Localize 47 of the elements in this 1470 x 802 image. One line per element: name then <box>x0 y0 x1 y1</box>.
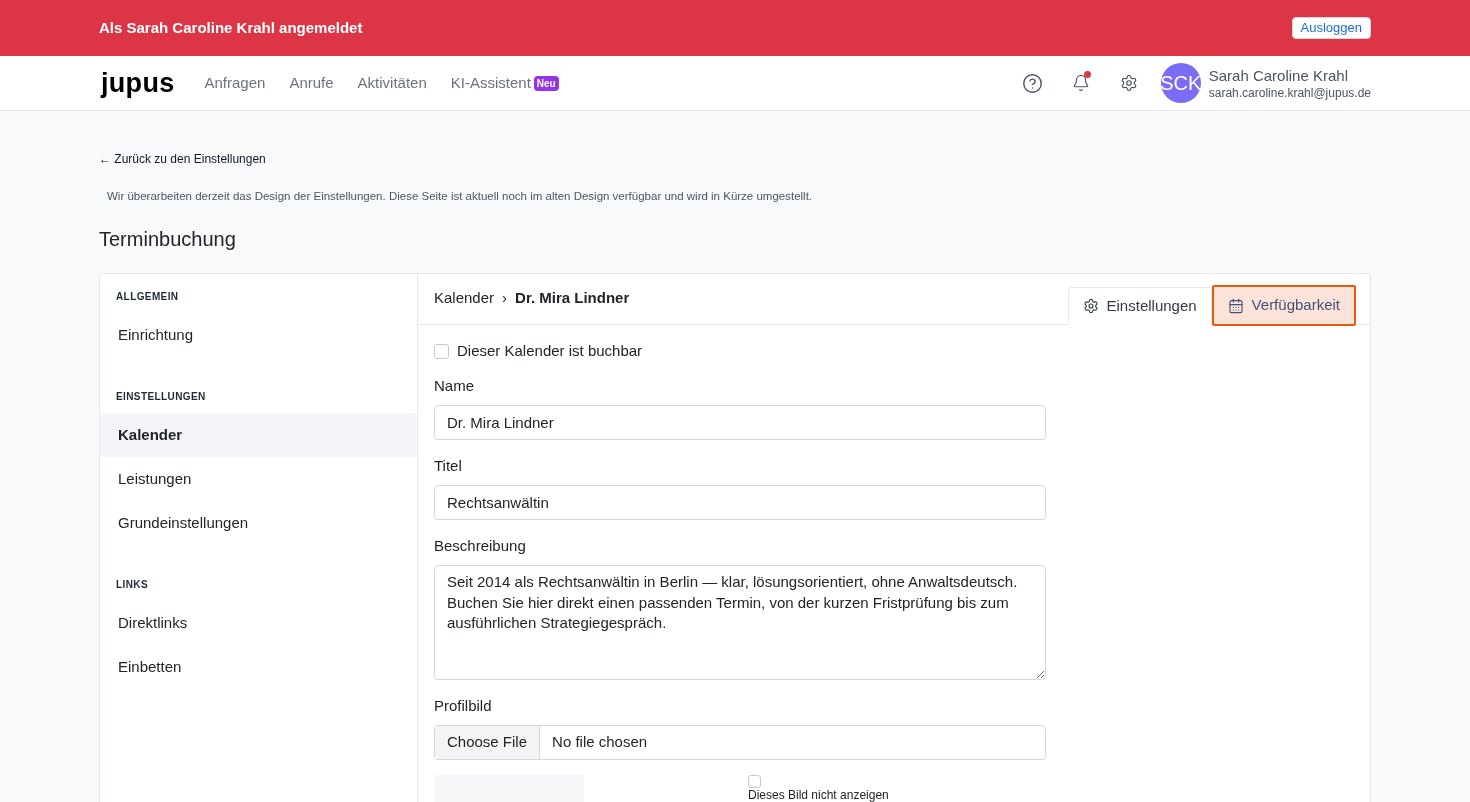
field-label: Beschreibung <box>434 536 527 556</box>
user-name: Sarah Caroline Krahl <box>1208 65 1349 85</box>
description-textarea[interactable]: Seit 2014 als Rechtsanwältin in Berlin — klar, lösungsorientiert, ohne Anwaltsdeutsch. Buchen Sie hier direkt einen passenden Termin, von der kurzen Fristprüfung bis zum ausführlichen Strategiegespräch. <box>434 565 1046 680</box>
sidebar-heading: EINSTELLUNGEN <box>115 390 207 404</box>
calendar-icon <box>1227 297 1244 314</box>
banner-text: Als Sarah Caroline Krahl angemeldet <box>99 17 363 38</box>
breadcrumb-link[interactable]: Kalender <box>434 287 495 310</box>
checkbox-label: Dieser Kalender ist buchbar <box>457 340 643 361</box>
back-link[interactable]: ← Zurück zu den Einstellungen <box>99 151 1371 167</box>
file-input-field[interactable]: Choose File No file chosen <box>434 725 1046 760</box>
breadcrumb-separator: › <box>502 288 508 308</box>
page-title: Terminbuchung <box>99 227 237 252</box>
checkbox-label: Dieses Bild nicht anzeigen <box>748 789 889 801</box>
sidebar-item[interactable]: Leistungen <box>100 457 417 501</box>
nav-link[interactable]: Aktivitäten <box>357 71 427 95</box>
file-status-text: No file chosen <box>551 732 648 753</box>
bell-icon <box>1071 74 1090 92</box>
sidebar-item[interactable]: Einrichtung <box>100 313 417 357</box>
checkbox[interactable] <box>434 343 449 359</box>
user-email: sarah.caroline.krahl@jupus.de <box>1208 84 1371 101</box>
tab[interactable]: Verfügbarkeit <box>1211 285 1356 326</box>
sidebar-item[interactable]: Grundeinstellungen <box>100 501 417 545</box>
redesign-notice: Wir überarbeiten derzeit das Design der Einstellungen. Diese Seite ist aktuell noch im alten Design verfügbar und wird in Kürze umgestellt. <box>106 189 814 204</box>
sidebar-item[interactable]: Kalender <box>100 413 417 457</box>
text-input[interactable]: Dr. Mira Lindner <box>434 405 1046 440</box>
nav-link[interactable]: Anrufe <box>289 71 334 95</box>
breadcrumb-current: Dr. Mira Lindner <box>515 288 630 308</box>
sidebar-heading: ALLGEMEIN <box>115 290 180 304</box>
sidebar-heading: LINKS <box>115 578 149 592</box>
nav-link[interactable]: Anfragen <box>204 71 266 95</box>
help-icon <box>1022 72 1044 94</box>
field-label: Name <box>434 376 475 396</box>
tab[interactable]: Einstellungen <box>1067 287 1212 325</box>
field-label: Profilbild <box>434 696 493 716</box>
new-badge: Neu <box>533 75 559 91</box>
sidebar-item[interactable]: Einbetten <box>100 645 417 689</box>
sidebar-item[interactable]: Direktlinks <box>100 601 417 645</box>
settings-icon <box>1119 74 1138 92</box>
field-label: Titel <box>434 456 463 476</box>
logo[interactable]: jupus <box>101 69 175 97</box>
text-input[interactable]: Rechtsanwältin <box>434 485 1046 520</box>
gear-icon <box>1082 298 1099 314</box>
checkbox[interactable] <box>748 775 761 788</box>
nav-link[interactable]: KI-Assistent <box>450 71 531 95</box>
logout-button[interactable]: Ausloggen <box>1291 17 1371 39</box>
choose-file-button[interactable]: Choose File <box>435 726 541 759</box>
user-avatar[interactable]: SCK <box>1160 63 1201 103</box>
